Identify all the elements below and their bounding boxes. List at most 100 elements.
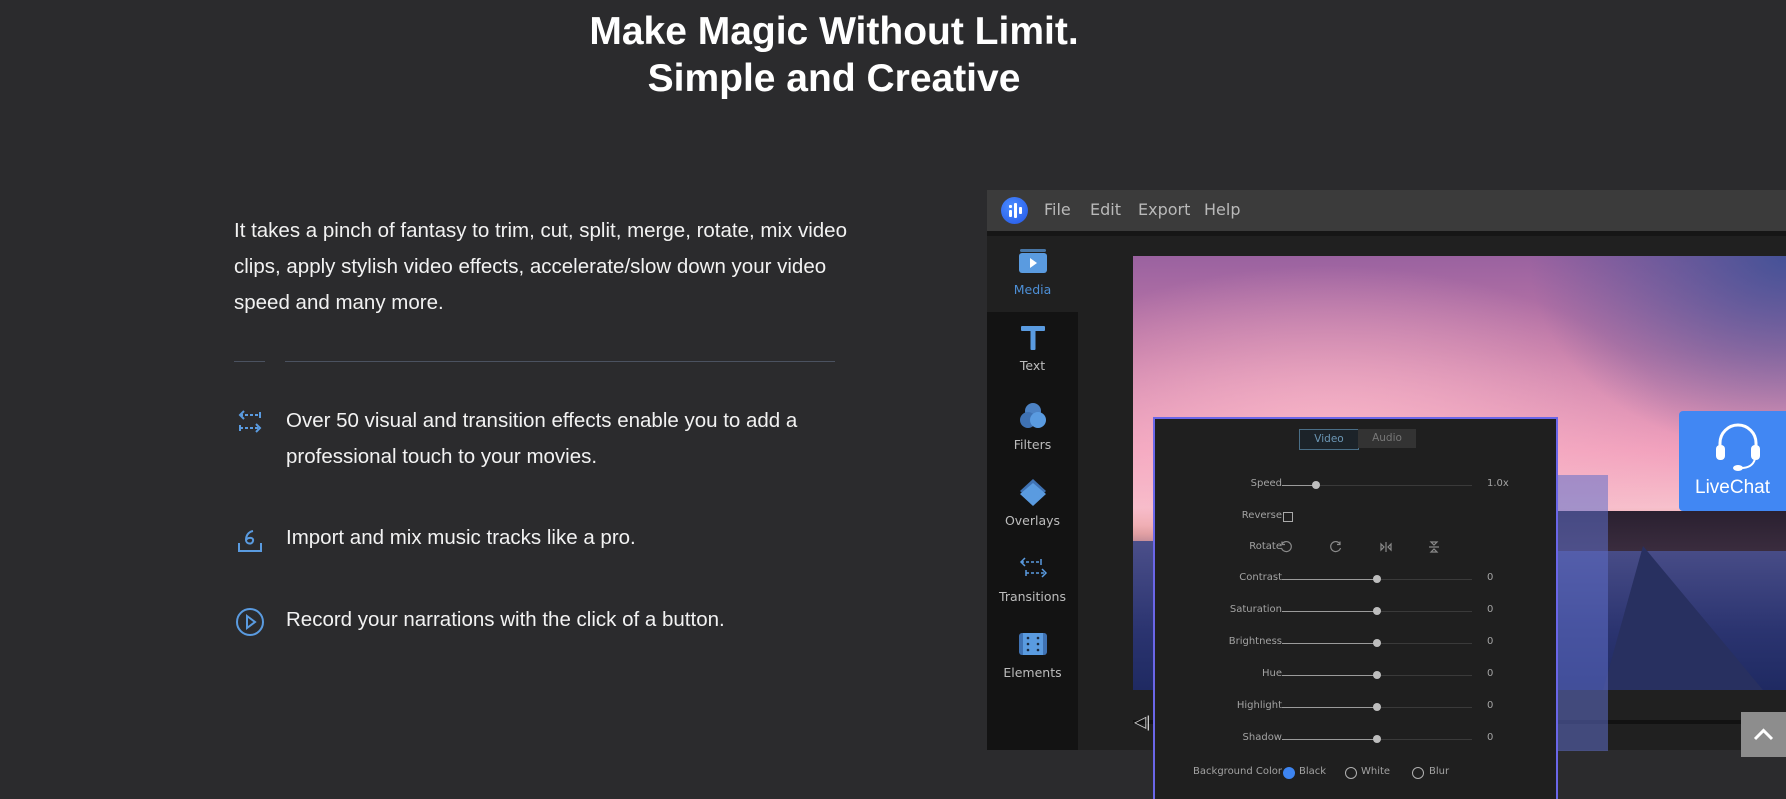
- brightness-slider[interactable]: [1282, 639, 1472, 647]
- shadow-row: Shadow 0: [1155, 730, 1556, 750]
- sidebar: Media Text Filters Overlays Transitions …: [987, 236, 1078, 750]
- slider-knob[interactable]: [1373, 607, 1381, 615]
- chevron-up-icon: [1753, 728, 1774, 741]
- radio-white-label: White: [1361, 766, 1391, 777]
- slider-knob[interactable]: [1373, 671, 1381, 679]
- rotate-row: Rotate: [1155, 539, 1556, 559]
- rotate-right-icon[interactable]: [1329, 540, 1343, 554]
- menu-separator: [987, 231, 1786, 236]
- hue-label: Hue: [1261, 668, 1282, 679]
- reverse-row: Reverse: [1155, 508, 1556, 528]
- flip-horizontal-icon[interactable]: [1379, 540, 1393, 554]
- saturation-slider[interactable]: [1282, 607, 1472, 615]
- saturation-row: Saturation 0: [1155, 602, 1556, 622]
- feature-text: Over 50 visual and transition effects en…: [286, 409, 798, 468]
- livechat-label: LiveChat: [1695, 477, 1770, 498]
- hue-slider[interactable]: [1282, 671, 1472, 679]
- elements-icon: [1016, 627, 1050, 661]
- brightness-value: 0: [1487, 636, 1494, 647]
- contrast-row: Contrast 0: [1155, 570, 1556, 590]
- shadow-slider[interactable]: [1282, 735, 1472, 743]
- sidebar-label: Transitions: [999, 589, 1066, 604]
- feature-text: Import and mix music tracks like a pro.: [286, 526, 636, 549]
- menu-bar: File Edit Export Help: [987, 190, 1786, 231]
- play-circle-icon: [234, 606, 266, 638]
- tab-audio[interactable]: Audio: [1358, 429, 1416, 448]
- reverse-checkbox[interactable]: [1283, 512, 1293, 522]
- shadow-label: Shadow: [1242, 732, 1282, 743]
- shadow-value: 0: [1487, 732, 1494, 743]
- sidebar-label: Overlays: [1004, 513, 1061, 528]
- divider-long: [285, 361, 835, 362]
- sidebar-label: Media: [1013, 282, 1052, 297]
- hue-row: Hue 0: [1155, 666, 1556, 686]
- text-icon: [1016, 320, 1050, 354]
- highlight-value: 0: [1487, 700, 1494, 711]
- menu-edit[interactable]: Edit: [1090, 200, 1121, 219]
- contrast-value: 0: [1487, 572, 1494, 583]
- sidebar-label: Elements: [1003, 665, 1062, 680]
- flip-vertical-icon[interactable]: [1427, 540, 1441, 554]
- hue-value: 0: [1487, 668, 1494, 679]
- slider-knob[interactable]: [1373, 735, 1381, 743]
- media-icon: [1016, 244, 1050, 278]
- sidebar-item-filters[interactable]: Filters: [987, 391, 1078, 467]
- play-icon[interactable]: ◁|: [1134, 712, 1150, 732]
- rotate-label: Rotate: [1249, 541, 1282, 552]
- rotate-left-icon[interactable]: [1279, 540, 1293, 554]
- livechat-button[interactable]: LiveChat: [1679, 411, 1786, 511]
- scroll-to-top-button[interactable]: [1741, 712, 1786, 757]
- headline-line-1: Make Magic Without Limit.: [589, 10, 1079, 53]
- selection-overlay: [1556, 475, 1608, 751]
- highlight-slider[interactable]: [1282, 703, 1472, 711]
- tab-video[interactable]: Video: [1299, 429, 1359, 450]
- contrast-label: Contrast: [1239, 572, 1282, 583]
- reverse-label: Reverse: [1241, 510, 1282, 521]
- headline-line-2: Simple and Creative: [647, 57, 1021, 100]
- sidebar-item-elements[interactable]: Elements: [987, 619, 1078, 695]
- sidebar-item-overlays[interactable]: Overlays: [987, 467, 1078, 543]
- background-color-row: Background Color Black White Blur: [1155, 764, 1556, 784]
- transitions-icon: [1016, 551, 1050, 585]
- sidebar-item-transitions[interactable]: Transitions: [987, 543, 1078, 619]
- sidebar-item-text[interactable]: Text: [987, 312, 1078, 388]
- headset-icon: [1711, 419, 1765, 473]
- slider-knob[interactable]: [1373, 703, 1381, 711]
- sidebar-label: Filters: [1013, 437, 1052, 452]
- filters-icon: [1016, 399, 1050, 433]
- transitions-icon: [234, 407, 266, 439]
- slider-knob[interactable]: [1373, 575, 1381, 583]
- radio-white[interactable]: [1345, 767, 1357, 779]
- menu-file[interactable]: File: [1044, 200, 1071, 219]
- highlight-label: Highlight: [1236, 700, 1282, 711]
- menu-export[interactable]: Export: [1138, 200, 1190, 219]
- radio-black-label: Black: [1299, 766, 1327, 777]
- highlight-row: Highlight 0: [1155, 698, 1556, 718]
- radio-black[interactable]: [1283, 767, 1295, 779]
- speed-row: Speed 1.0x: [1155, 476, 1556, 496]
- slider-knob[interactable]: [1373, 639, 1381, 647]
- properties-panel: Video Audio Speed 1.0x Reverse Rotate Co…: [1153, 417, 1558, 799]
- sidebar-item-media[interactable]: Media: [987, 236, 1078, 312]
- overlays-icon: [1016, 475, 1050, 509]
- app-logo-icon: [1001, 197, 1028, 224]
- saturation-label: Saturation: [1229, 604, 1282, 615]
- speed-label: Speed: [1250, 478, 1282, 489]
- speed-slider[interactable]: [1282, 481, 1472, 489]
- divider-short: [234, 361, 265, 362]
- slider-knob[interactable]: [1312, 481, 1321, 489]
- radio-blur-label: Blur: [1429, 766, 1450, 777]
- contrast-slider[interactable]: [1282, 575, 1472, 583]
- intro-paragraph: It takes a pinch of fantasy to trim, cut…: [234, 219, 847, 314]
- brightness-label: Brightness: [1228, 636, 1282, 647]
- saturation-value: 0: [1487, 604, 1494, 615]
- page-headline: Make Magic Without Limit. Simple and Cre…: [0, 8, 1668, 102]
- sidebar-label: Text: [1019, 358, 1046, 373]
- feature-text: Record your narrations with the click of…: [286, 608, 725, 631]
- brightness-row: Brightness 0: [1155, 634, 1556, 654]
- radio-blur[interactable]: [1412, 767, 1424, 779]
- music-import-icon: [234, 524, 266, 556]
- menu-help[interactable]: Help: [1204, 200, 1240, 219]
- speed-value: 1.0x: [1487, 478, 1509, 489]
- background-color-label: Background Color: [1193, 766, 1282, 777]
